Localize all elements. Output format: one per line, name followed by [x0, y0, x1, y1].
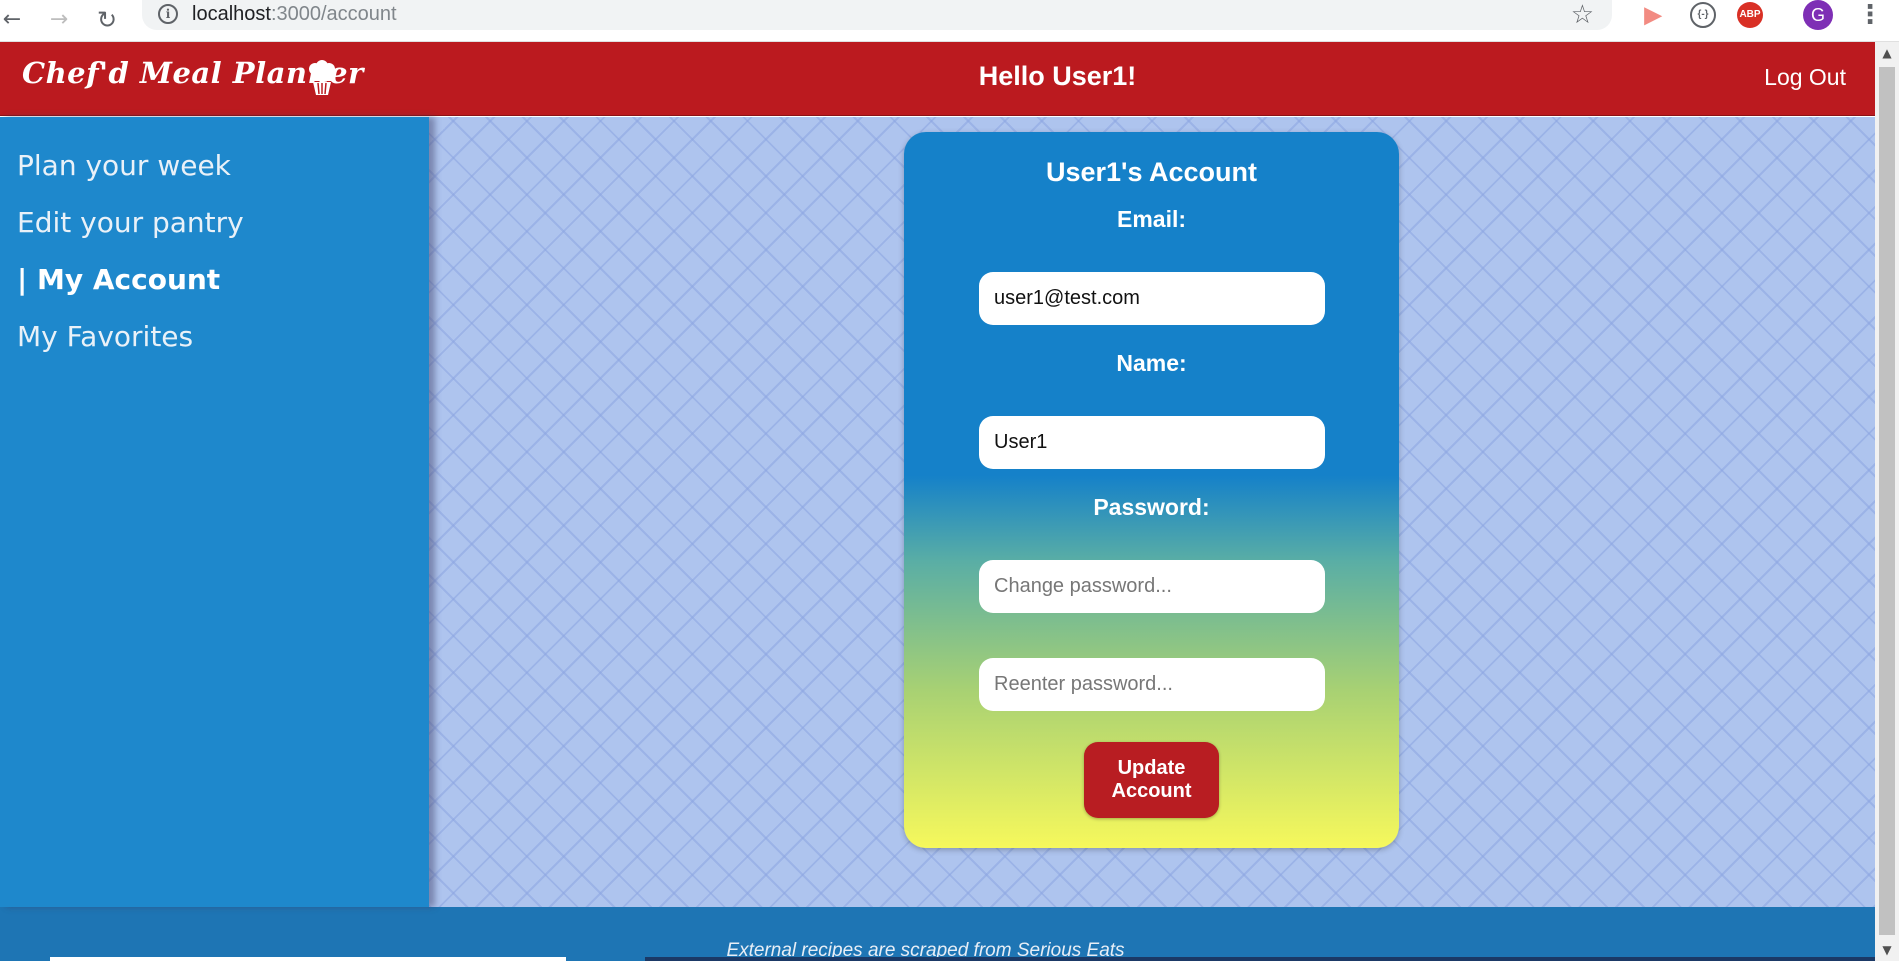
page-scrollbar[interactable]: ▲ ▼ — [1875, 42, 1899, 961]
app-root: Chef'd Meal Planner Hello User1! Log Out… — [0, 42, 1875, 961]
reload-icon[interactable]: ↻ — [93, 6, 121, 34]
footer-divider — [50, 957, 566, 961]
url-text[interactable]: localhost:3000/account — [192, 3, 397, 26]
update-account-button[interactable]: Update Account — [1084, 742, 1219, 818]
app-header: Chef'd Meal Planner Hello User1! Log Out — [0, 42, 1875, 116]
scroll-up-icon[interactable]: ▲ — [1875, 46, 1899, 60]
url-path: :3000/account — [270, 3, 397, 25]
account-card: User1's Account Email: Name: Password: U… — [904, 132, 1399, 848]
reenter-password-field[interactable] — [979, 658, 1325, 711]
password-label: Password: — [1093, 494, 1210, 520]
profile-avatar[interactable]: G — [1803, 0, 1833, 30]
sidebar-nav: Plan your week Edit your pantry | My Acc… — [0, 117, 429, 365]
footer: External recipes are scraped from Seriou… — [0, 907, 1875, 961]
email-field[interactable] — [979, 272, 1325, 325]
url-host: localhost — [192, 3, 271, 25]
name-label: Name: — [1116, 350, 1187, 376]
sidebar: Plan your week Edit your pantry | My Acc… — [0, 117, 429, 907]
password-field[interactable] — [979, 560, 1325, 613]
browser-menu-icon[interactable]: ⋮ — [1857, 0, 1883, 30]
account-title: User1's Account — [1046, 157, 1257, 187]
logout-link[interactable]: Log Out — [1764, 64, 1846, 91]
cast-extension-icon[interactable]: ▶ — [1640, 2, 1666, 28]
bookmark-star-icon[interactable]: ☆ — [1571, 0, 1594, 30]
site-info-icon[interactable]: i — [158, 4, 178, 24]
scroll-down-icon[interactable]: ▼ — [1875, 943, 1899, 957]
browser-toolbar: ← → ↻ i localhost:3000/account ☆ ▶ {-} A… — [0, 0, 1899, 42]
address-bar[interactable]: i localhost:3000/account ☆ — [142, 0, 1612, 30]
name-field[interactable] — [979, 416, 1325, 469]
sidebar-item-my-favorites[interactable]: My Favorites — [0, 308, 429, 365]
sidebar-item-edit-pantry[interactable]: Edit your pantry — [0, 194, 429, 251]
devtools-extension-icon[interactable]: {-} — [1690, 2, 1716, 28]
back-arrow-icon[interactable]: ← — [0, 6, 26, 34]
forward-arrow-icon[interactable]: → — [45, 6, 73, 34]
sidebar-item-my-account[interactable]: | My Account — [0, 251, 429, 308]
greeting-text: Hello User1! — [978, 61, 1137, 91]
footer-divider-dark — [645, 957, 1875, 961]
adblock-extension-icon[interactable]: ABP — [1737, 2, 1763, 28]
email-label: Email: — [1116, 206, 1187, 232]
scrollbar-thumb[interactable] — [1879, 67, 1895, 935]
sidebar-item-plan-week[interactable]: Plan your week — [0, 137, 429, 194]
